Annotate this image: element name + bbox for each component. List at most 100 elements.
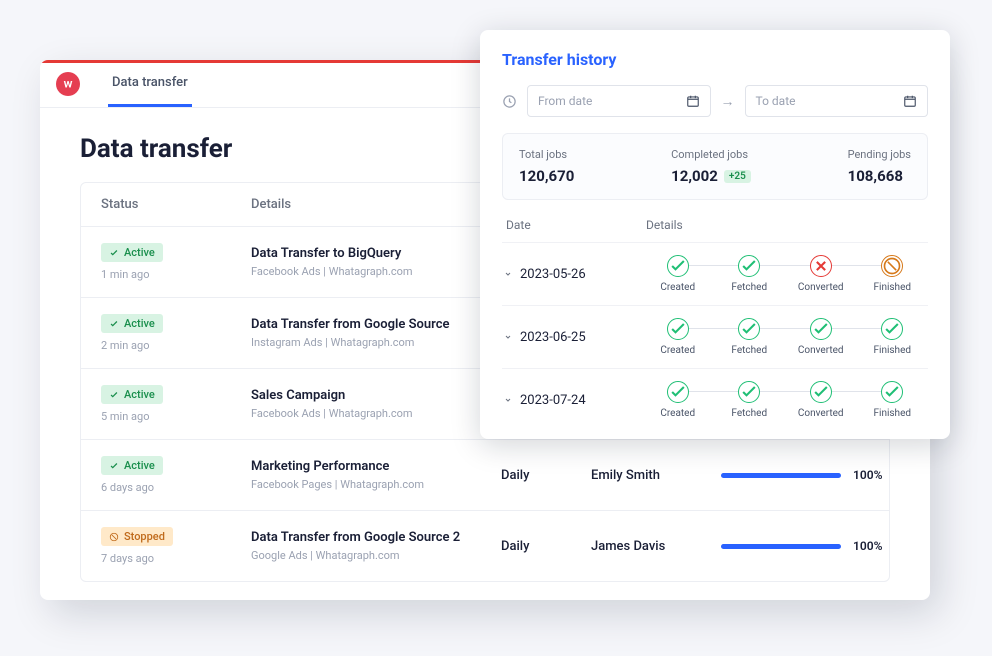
check-icon (881, 318, 903, 340)
from-date-placeholder: From date (538, 94, 592, 108)
status-ago: 1 min ago (101, 268, 149, 281)
to-date-placeholder: To date (756, 94, 796, 108)
tab-data-transfer[interactable]: Data transfer (108, 61, 192, 107)
check-icon (810, 318, 832, 340)
row-frequency: Daily (501, 468, 591, 483)
step-label: Created (660, 408, 695, 419)
step-converted: Converted (785, 318, 857, 356)
history-steps: Created Fetched Converted Finished (642, 381, 928, 419)
check-icon (667, 318, 689, 340)
row-title: Marketing Performance (251, 459, 501, 474)
progress-pct: 100% (853, 539, 882, 553)
step-label: Created (660, 282, 695, 293)
chevron-down-icon[interactable] (502, 328, 520, 347)
history-steps: CreatedFetchedConvertedFinished (642, 318, 928, 356)
step-finished: Finished (857, 318, 929, 356)
stat-pending-value: 108,668 (848, 167, 911, 185)
calendar-icon (903, 94, 917, 108)
step-label: Fetched (731, 282, 767, 293)
step-label: Finished (873, 408, 911, 419)
row-subtitle: Google Ads | Whatagraph.com (251, 549, 501, 562)
row-progress: 100% (721, 468, 911, 482)
row-subtitle: Instagram Ads | Whatagraph.com (251, 336, 501, 349)
status-ago: 5 min ago (101, 410, 149, 423)
history-row[interactable]: 2023-07-24 Created Fetched Converted Finishe… (502, 368, 928, 431)
status-badge: Active (101, 385, 163, 404)
step-label: Converted (798, 408, 844, 419)
row-creator: James Davis (591, 539, 721, 554)
step-label: Converted (798, 345, 844, 356)
stat-completed: Completed jobs 12,002 +25 (671, 148, 751, 185)
check-icon (810, 381, 832, 403)
progress-bar (721, 544, 841, 549)
calendar-icon (686, 94, 700, 108)
stats-box: Total jobs 120,670 Completed jobs 12,002… (502, 133, 928, 200)
history-col-date: Date (506, 218, 646, 232)
step-label: Finished (873, 345, 911, 356)
table-row[interactable]: Active 6 days ago Marketing Performance Fac… (81, 439, 889, 510)
check-icon (667, 255, 689, 277)
stat-completed-delta: +25 (724, 170, 751, 183)
table-row[interactable]: Stopped7 days agoData Transfer from Goog… (81, 510, 889, 581)
stat-completed-value: 12,002 +25 (671, 167, 751, 185)
status-badge: Stopped (101, 527, 173, 546)
app-logo (56, 72, 80, 96)
row-progress: 100% (721, 539, 911, 553)
row-frequency: Daily (501, 539, 591, 554)
panel-title: Transfer history (502, 50, 928, 69)
check-icon (881, 381, 903, 403)
status-ago: 2 min ago (101, 339, 149, 352)
chevron-down-icon[interactable] (502, 391, 520, 410)
status-ago: 7 days ago (101, 552, 154, 565)
step-label: Created (660, 345, 695, 356)
step-label: Fetched (731, 408, 767, 419)
stat-total-value: 120,670 (519, 167, 574, 185)
check-icon (738, 255, 760, 277)
row-creator: Emily Smith (591, 468, 721, 483)
step-created: Created (642, 318, 714, 356)
step-finished: Finished (857, 381, 929, 419)
x-icon (810, 255, 832, 277)
stat-total-label: Total jobs (519, 148, 574, 161)
status-badge: Active (101, 243, 163, 262)
stat-completed-label: Completed jobs (671, 148, 751, 161)
col-details: Details (251, 197, 501, 212)
chevron-down-icon[interactable] (502, 265, 520, 284)
history-date: 2023-07-24 (520, 393, 642, 408)
clock-icon (502, 94, 517, 109)
row-subtitle: Facebook Ads | Whatagraph.com (251, 407, 501, 420)
step-fetched: Fetched (714, 381, 786, 419)
check-icon (667, 381, 689, 403)
stat-pending-label: Pending jobs (848, 148, 911, 161)
check-icon (738, 318, 760, 340)
stat-total: Total jobs 120,670 (519, 148, 574, 185)
check-icon (738, 381, 760, 403)
step-label: Finished (873, 282, 911, 293)
step-created: Created (642, 255, 714, 293)
progress-bar (721, 473, 841, 478)
history-row[interactable]: 2023-06-25CreatedFetchedConvertedFinishe… (502, 305, 928, 368)
transfer-history-panel: Transfer history From date → To date Tot… (480, 30, 950, 439)
stat-pending: Pending jobs 108,668 (848, 148, 911, 185)
row-title: Sales Campaign (251, 388, 501, 403)
from-date-input[interactable]: From date (527, 85, 711, 117)
to-date-input[interactable]: To date (745, 85, 929, 117)
col-status: Status (101, 197, 251, 212)
status-badge: Active (101, 314, 163, 333)
step-converted: Converted (785, 255, 857, 293)
pending-icon (881, 255, 903, 277)
date-range-row: From date → To date (502, 85, 928, 117)
history-col-details: Details (646, 218, 924, 232)
row-subtitle: Facebook Pages | Whatagraph.com (251, 478, 501, 491)
arrow-right-icon: → (721, 93, 735, 110)
status-badge: Active (101, 456, 163, 475)
history-header: Date Details (502, 212, 928, 242)
history-steps: Created Fetched Converted Finished (642, 255, 928, 293)
history-row[interactable]: 2023-05-26CreatedFetchedConvertedFinishe… (502, 242, 928, 305)
row-title: Data Transfer from Google Source (251, 317, 501, 332)
row-title: Data Transfer to BigQuery (251, 246, 501, 261)
step-created: Created (642, 381, 714, 419)
step-label: Converted (798, 282, 844, 293)
status-ago: 6 days ago (101, 481, 154, 494)
stat-completed-number: 12,002 (671, 167, 718, 185)
